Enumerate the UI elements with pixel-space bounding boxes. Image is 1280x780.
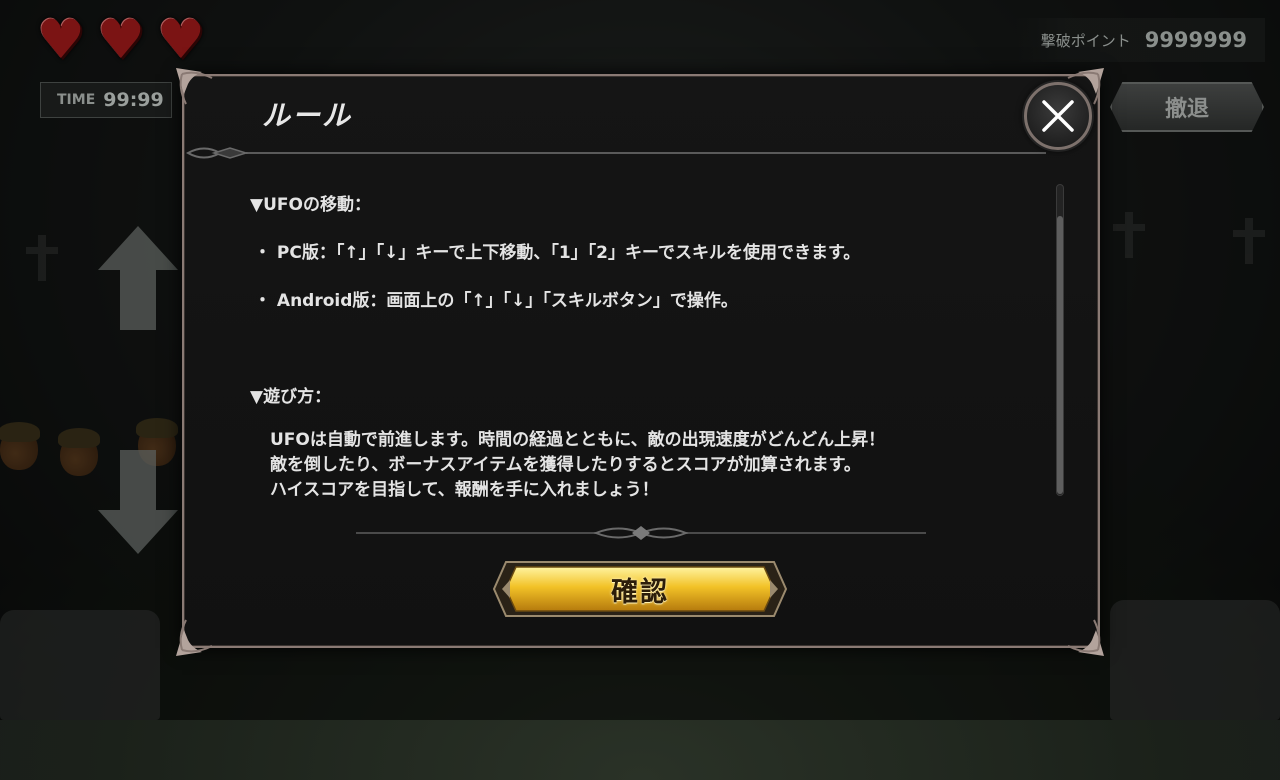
bottom-divider [356, 526, 926, 540]
time-label: TIME [57, 92, 96, 108]
heart-icon: ♥ [36, 8, 86, 71]
heart-icon: ♥ [156, 8, 206, 71]
scrollbar-thumb[interactable] [1057, 216, 1063, 494]
corner-ornament [176, 68, 213, 105]
heart-icon: ♥ [96, 8, 146, 71]
section-heading-movement: ▼UFOの移動： [250, 195, 371, 215]
rule-item-pc: ・ PC版：「↑」「↓」キーで上下移動、「1」「2」キーでスキルを使用できます。 [254, 243, 861, 263]
dialog-title: ルール [262, 99, 353, 132]
score-display: 撃破ポイント 9999999 [1015, 18, 1265, 62]
time-value: 99:99 [103, 89, 164, 111]
rule-item-android: ・ Android版：画面上の「↑」「↓」「スキルボタン」で操作。 [254, 291, 738, 311]
howto-line: ハイスコアを目指して、報酬を手に入れましょう！ [270, 480, 659, 500]
timer: TIME 99:99 [40, 82, 172, 118]
retreat-button[interactable]: 撤退 [1110, 82, 1264, 132]
score-label: 撃破ポイント [1040, 31, 1131, 50]
rules-content: ▼UFOの移動： ・ PC版：「↑」「↓」キーで上下移動、「1」「2」キーでスキ… [250, 190, 1040, 510]
score-value: 9999999 [1144, 28, 1247, 52]
close-button[interactable] [1024, 82, 1092, 150]
lives-display: ♥ ♥ ♥ [34, 8, 208, 71]
up-arrow-button[interactable] [96, 224, 180, 332]
confirm-button-label[interactable]: 確認 [492, 560, 788, 618]
corner-ornament [1067, 619, 1104, 656]
title-divider [186, 147, 1046, 159]
corner-ornament [176, 619, 213, 656]
section-heading-howto: ▼遊び方： [250, 387, 332, 407]
down-arrow-button[interactable] [96, 448, 180, 556]
howto-line: 敵を倒したり、ボーナスアイテムを獲得したりするとスコアが加算されます。 [270, 455, 861, 475]
close-icon [1042, 100, 1074, 132]
howto-line: UFOは自動で前進します。時間の経過とともに、敵の出現速度がどんどん上昇！ [270, 430, 886, 450]
